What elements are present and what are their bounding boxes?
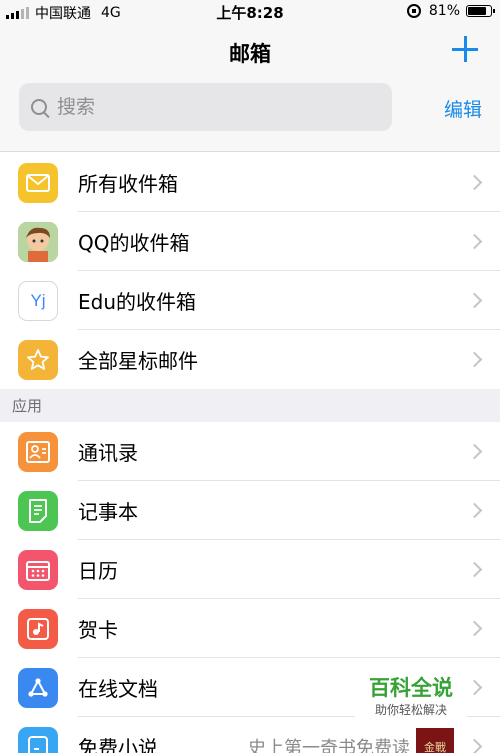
battery-icon — [466, 5, 495, 17]
notepad-icon — [18, 490, 58, 531]
star-icon — [18, 339, 58, 380]
yj-icon: Yj — [18, 280, 58, 321]
app-label: 在线文档 — [78, 677, 158, 701]
app-greeting-card[interactable]: 贺卡 — [0, 599, 500, 658]
book-cover-thumbnail: 金戰 — [416, 727, 454, 753]
edit-button[interactable]: 编辑 — [444, 95, 482, 122]
chevron-right-icon — [466, 679, 483, 696]
chevron-right-icon — [466, 233, 483, 250]
mailbox-label: QQ的收件箱 — [78, 231, 190, 255]
mailbox-label: 全部星标邮件 — [78, 349, 198, 373]
contacts-icon — [18, 431, 58, 472]
mailbox-edu-inbox[interactable]: Yj Edu的收件箱 — [0, 271, 500, 330]
avatar-icon — [18, 221, 58, 262]
chevron-right-icon — [466, 292, 483, 309]
calendar-icon — [18, 549, 58, 590]
mailbox-list: 所有收件箱 QQ的收件箱 Yj Edu的收件箱 全部星标邮件 — [0, 153, 500, 389]
promo-text: 史上第一奇书免费读 — [248, 737, 410, 753]
app-contacts[interactable]: 通讯录 — [0, 422, 500, 481]
watermark-logo: 百科全说 助你轻松解决 — [355, 675, 467, 725]
plus-icon[interactable] — [452, 36, 478, 62]
chevron-right-icon — [466, 443, 483, 460]
app-label: 贺卡 — [78, 618, 118, 642]
chevron-right-icon — [466, 502, 483, 519]
card-icon — [18, 608, 58, 649]
watermark-subtitle: 助你轻松解决 — [374, 703, 447, 717]
share-icon — [18, 667, 58, 708]
chevron-right-icon — [466, 561, 483, 578]
chevron-right-icon — [466, 174, 483, 191]
mailbox-qq-inbox[interactable]: QQ的收件箱 — [0, 212, 500, 271]
search-icon — [31, 99, 47, 115]
book-icon — [18, 726, 58, 753]
app-notepad[interactable]: 记事本 — [0, 481, 500, 540]
app-label: 免费小说 — [78, 736, 158, 753]
chevron-right-icon — [466, 738, 483, 753]
search-input[interactable] — [57, 96, 357, 118]
nav-bar: 邮箱 编辑 — [0, 22, 500, 152]
page-title: 邮箱 — [229, 42, 271, 66]
section-header-apps: 应用 — [0, 389, 500, 422]
orientation-lock-icon — [406, 4, 421, 18]
chevron-right-icon — [466, 620, 483, 637]
envelope-icon — [18, 162, 58, 203]
mailbox-starred[interactable]: 全部星标邮件 — [0, 330, 500, 389]
app-label: 日历 — [78, 559, 118, 583]
mailbox-label: 所有收件箱 — [78, 172, 178, 196]
search-bar[interactable] — [19, 83, 392, 131]
app-label: 通讯录 — [78, 441, 138, 465]
battery-percent: 81% — [428, 3, 460, 19]
watermark-title: 百科全说 — [369, 676, 453, 700]
status-bar: 中国联通 4G 上午8:28 81% — [0, 0, 500, 22]
mailbox-label: Edu的收件箱 — [78, 290, 197, 314]
mailbox-all-inbox[interactable]: 所有收件箱 — [0, 153, 500, 212]
chevron-right-icon — [466, 351, 483, 368]
app-label: 记事本 — [78, 500, 138, 524]
app-calendar[interactable]: 日历 — [0, 540, 500, 599]
